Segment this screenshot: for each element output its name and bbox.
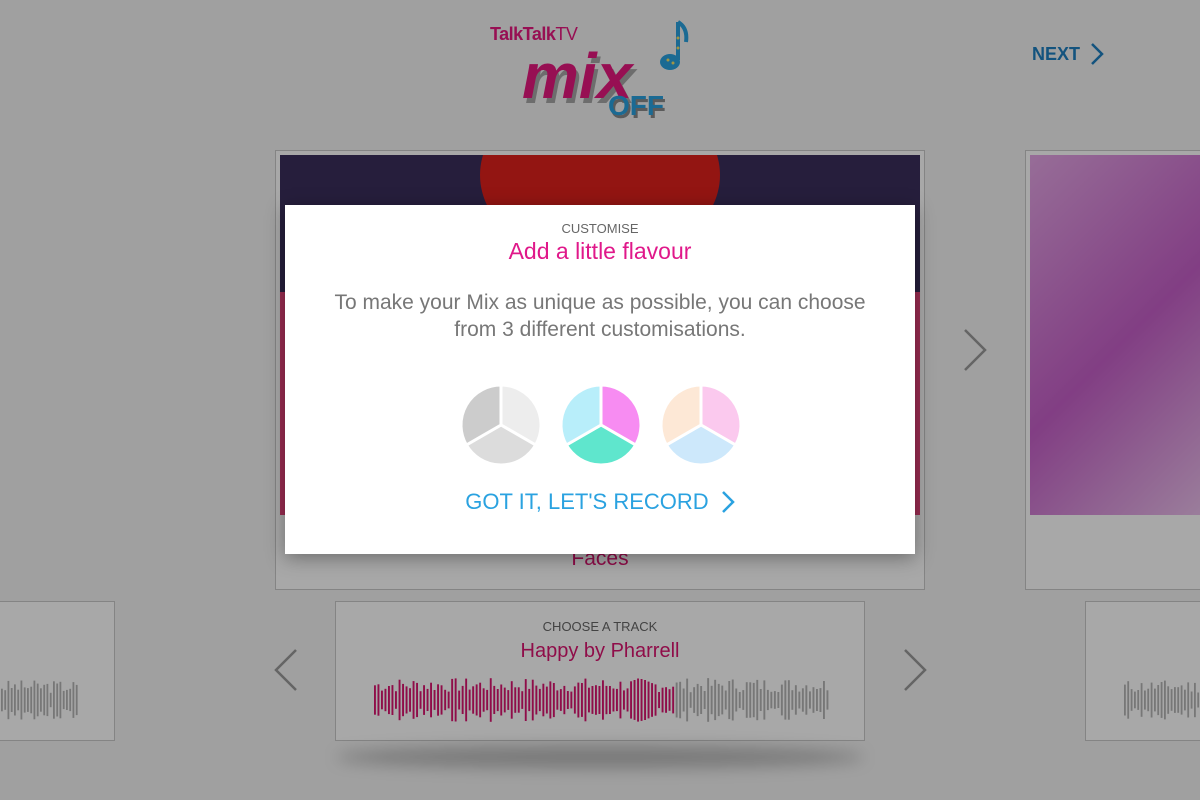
swatch-grey[interactable] [459, 383, 543, 467]
chevron-right-icon [721, 491, 735, 513]
customise-dialog: CUSTOMISE Add a little flavour To make y… [285, 205, 915, 554]
got-it-record-button[interactable]: GOT IT, LET'S RECORD [285, 489, 915, 515]
swatch-aqua-pink[interactable] [559, 383, 643, 467]
dialog-kicker: CUSTOMISE [561, 221, 639, 236]
dialog-title: Add a little flavour [508, 238, 692, 264]
customisation-options [459, 383, 743, 467]
swatch-pastel[interactable] [659, 383, 743, 467]
dialog-body: To make your Mix as unique as possible, … [334, 291, 866, 341]
cta-label: GOT IT, LET'S RECORD [465, 489, 709, 514]
